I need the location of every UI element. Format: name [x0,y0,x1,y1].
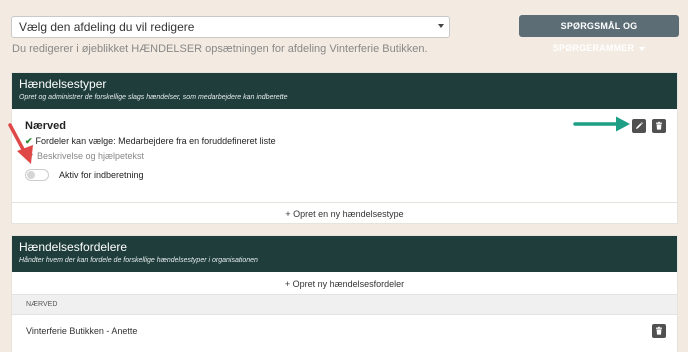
arrow-annotation-icon [573,116,630,132]
pencil-icon [636,122,643,129]
delete-button[interactable] [652,119,666,133]
group-header: NÆRVED [12,294,677,315]
distributors-subtitle: Håndter hvem der kan fordele de forskell… [19,257,258,264]
assignment-text: Fordeler kan vælge: Medarbejdere fra en … [35,136,276,146]
distributors-card: Hændelsesfordelere Håndter hvem der kan … [11,235,678,352]
description-toggle-label: Beskrivelse og hjælpetekst [37,151,145,161]
department-select-value: Vælg den afdeling du vil redigere [19,20,195,34]
distributors-header: Hændelsesfordelere Håndter hvem der kan … [12,236,677,272]
edit-button[interactable] [632,119,646,133]
event-types-header: Hændelsestyper Opret og administrer de f… [12,73,677,109]
questions-dropdown-label: SPØRGSMÅL OG SPØRGERAMMER [552,21,638,53]
distributors-title: Hændelsesfordelere [19,240,128,254]
event-type-assignment: ✔ Fordeler kan vælge: Medarbejdere fra en… [25,136,276,147]
chevron-down-icon [639,46,646,51]
trash-icon [656,121,662,130]
toggle-knob [27,171,35,179]
list-item: Vinterferie Butikken - Anette [26,326,138,336]
event-types-subtitle: Opret og administrer de forskellige slag… [19,94,288,101]
create-distributor-link[interactable]: + Opret ny hændelsesfordeler [12,279,677,289]
event-types-title: Hændelsestyper [19,77,107,91]
info-text: Du redigerer i øjeblikket HÆNDELSER opsæ… [12,43,428,55]
active-toggle[interactable] [25,169,49,181]
delete-button[interactable] [652,324,666,338]
event-types-card: Hændelsestyper Opret og administrer de f… [11,72,678,224]
active-toggle-label: Aktiv for indberetning [59,170,144,180]
create-event-type-link[interactable]: + Opret en ny hændelsestype [12,209,677,219]
description-toggle[interactable]: Beskrivelse og hjælpetekst [25,150,145,161]
chevron-down-icon [438,24,444,28]
questions-dropdown-button[interactable]: SPØRGSMÅL OG SPØRGERAMMER [519,15,679,53]
department-select[interactable]: Vælg den afdeling du vil redigere [11,16,450,38]
arrow-annotation-icon [8,123,33,164]
trash-icon [656,326,662,335]
